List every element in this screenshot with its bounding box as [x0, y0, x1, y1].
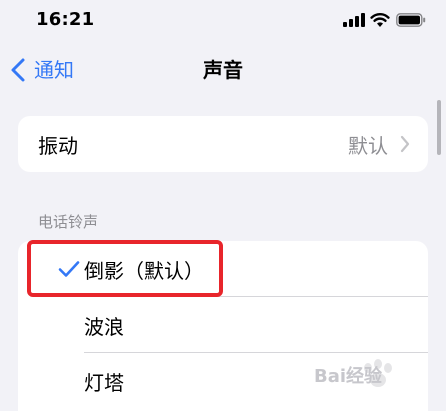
status-bar: 16:21	[0, 0, 446, 40]
annotation-highlight-box	[27, 240, 223, 297]
cellular-signal-icon	[343, 13, 365, 27]
ringtone-section-header: 电话铃声	[38, 213, 99, 231]
ringtone-item-bolang[interactable]: 波浪	[18, 297, 428, 353]
scroll-indicator[interactable]	[437, 100, 441, 155]
vibration-row[interactable]: 振动 默认	[18, 116, 428, 172]
vibration-card: 振动 默认	[18, 116, 428, 172]
navigation-bar: 通知 声音	[0, 48, 446, 92]
chevron-right-icon	[400, 135, 410, 153]
wifi-icon	[370, 13, 390, 27]
watermark-text: Bai经验	[314, 366, 383, 387]
page-title: 声音	[203, 58, 243, 82]
status-time: 16:21	[36, 9, 95, 30]
ringtone-label: 波浪	[84, 314, 124, 339]
vibration-label: 振动	[38, 133, 78, 158]
ringtone-label: 灯塔	[84, 370, 124, 395]
vibration-value: 默认	[348, 133, 388, 158]
battery-icon	[396, 13, 426, 27]
